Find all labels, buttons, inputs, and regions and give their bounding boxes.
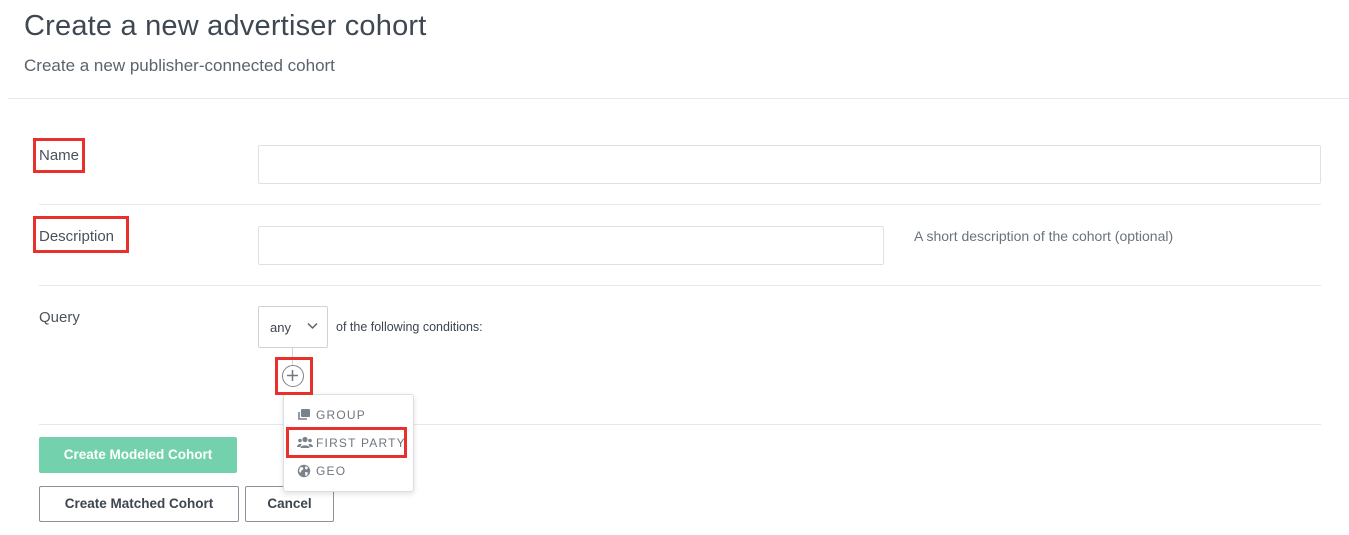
query-connector-line [292, 348, 293, 365]
menu-item-first-party[interactable]: FIRST PARTY [284, 432, 413, 454]
menu-item-label: FIRST PARTY [316, 436, 406, 450]
query-label: Query [39, 309, 80, 326]
add-condition-button[interactable] [282, 365, 304, 387]
description-divider [39, 285, 1321, 286]
conditions-text: of the following conditions: [336, 320, 483, 334]
users-icon [297, 436, 313, 448]
description-label: Description [39, 228, 115, 245]
page-subtitle: Create a new publisher-connected cohort [24, 56, 335, 75]
menu-item-geo[interactable]: GEO [284, 460, 413, 482]
match-select-value: any [270, 320, 291, 335]
description-hint: A short description of the cohort (optio… [914, 228, 1174, 244]
match-select[interactable]: any [258, 306, 328, 348]
create-matched-cohort-button[interactable]: Create Matched Cohort [39, 486, 239, 522]
menu-item-label: GROUP [316, 408, 367, 422]
group-icon [298, 409, 310, 420]
page-title: Create a new advertiser cohort [24, 10, 427, 42]
name-input[interactable] [258, 145, 1321, 184]
plus-icon [287, 370, 298, 381]
menu-item-group[interactable]: GROUP [284, 404, 413, 426]
chevron-down-icon [307, 322, 318, 330]
name-divider [39, 204, 1321, 205]
add-condition-menu: GROUP FIRST PARTY GEO [283, 394, 414, 492]
description-input[interactable] [258, 226, 884, 265]
menu-item-label: GEO [316, 464, 347, 478]
name-label: Name [39, 147, 80, 164]
query-divider [39, 424, 1321, 425]
create-modeled-cohort-button[interactable]: Create Modeled Cohort [39, 437, 237, 473]
globe-icon [297, 464, 311, 478]
header-divider [8, 98, 1349, 99]
